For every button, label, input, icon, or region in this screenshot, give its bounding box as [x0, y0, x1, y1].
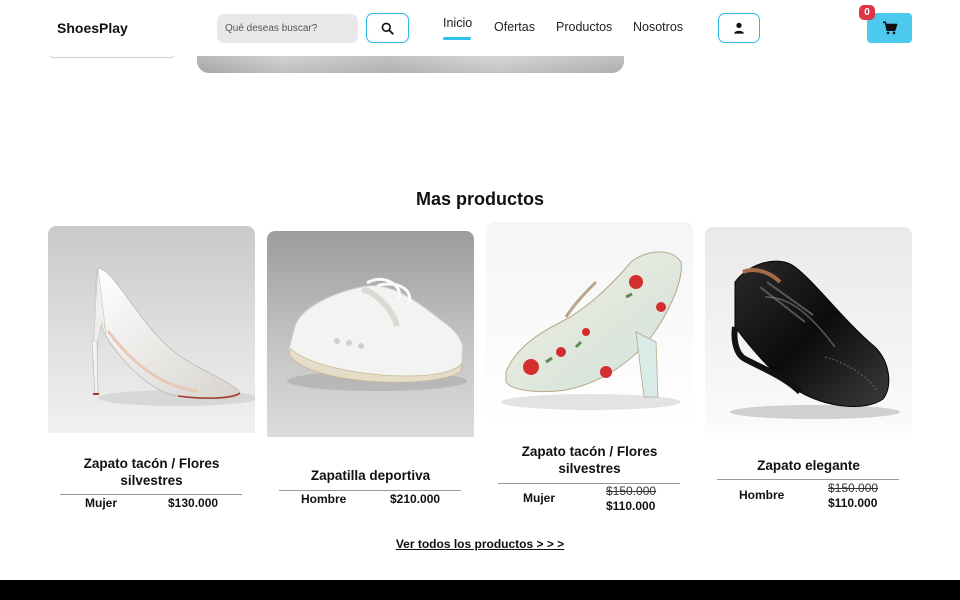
product-title[interactable]: Zapato elegante — [713, 457, 904, 474]
nav-ofertas[interactable]: Ofertas — [494, 20, 535, 34]
product-card[interactable]: Zapato tacón / Flores silvestres Mujer $… — [486, 222, 693, 517]
nav-productos[interactable]: Productos — [556, 20, 612, 34]
product-category: Mujer — [85, 496, 118, 510]
floral-heel-image — [486, 222, 693, 429]
product-category: Hombre — [301, 492, 347, 506]
product-card[interactable]: Zapato elegante Hombre $150.000 $110.000 — [705, 227, 912, 517]
header: ShoesPlay Inicio Ofertas Productos Nosot… — [0, 0, 960, 56]
product-title[interactable]: Zapato tacón / Flores silvestres — [56, 455, 247, 489]
view-all-products-link[interactable]: Ver todos los productos > > > — [0, 537, 960, 551]
cart-icon — [882, 21, 897, 35]
product-category: Hombre — [739, 488, 785, 502]
white-sneaker-image — [267, 231, 474, 437]
search-icon — [381, 22, 394, 35]
section-title: Mas productos — [415, 189, 544, 209]
product-price: $110.000 — [828, 496, 878, 510]
search-input[interactable] — [217, 14, 358, 43]
divider — [717, 479, 899, 480]
nav-active-indicator — [443, 37, 471, 40]
cart-button[interactable]: 0 — [859, 5, 912, 43]
product-title[interactable]: Zapatilla deportiva — [275, 467, 466, 484]
user-icon — [734, 22, 744, 34]
nav-inicio[interactable]: Inicio — [443, 16, 473, 40]
search-button[interactable] — [366, 13, 409, 43]
product-old-price: $150.000 — [828, 481, 879, 495]
product-price: $130.000 — [168, 496, 219, 510]
nav-inicio-label: Inicio — [443, 16, 473, 30]
brand-logo[interactable]: ShoesPlay — [57, 20, 128, 36]
footer — [0, 580, 960, 600]
product-price: $210.000 — [390, 492, 441, 506]
black-oxford-image — [705, 227, 912, 433]
white-pump-heel-image — [48, 226, 255, 433]
nav-nosotros[interactable]: Nosotros — [633, 20, 683, 34]
product-old-price: $150.000 — [606, 484, 657, 498]
product-category: Mujer — [523, 491, 556, 505]
user-button[interactable] — [718, 13, 760, 43]
product-card[interactable]: Zapatilla deportiva Hombre $210.000 — [267, 231, 474, 511]
divider — [279, 490, 461, 491]
product-title[interactable]: Zapato tacón / Flores silvestres — [494, 443, 685, 477]
divider — [60, 494, 242, 495]
cart-count-badge: 0 — [859, 5, 875, 20]
product-price: $110.000 — [606, 499, 656, 513]
product-card[interactable]: Zapato tacón / Flores silvestres Mujer $… — [48, 226, 255, 516]
